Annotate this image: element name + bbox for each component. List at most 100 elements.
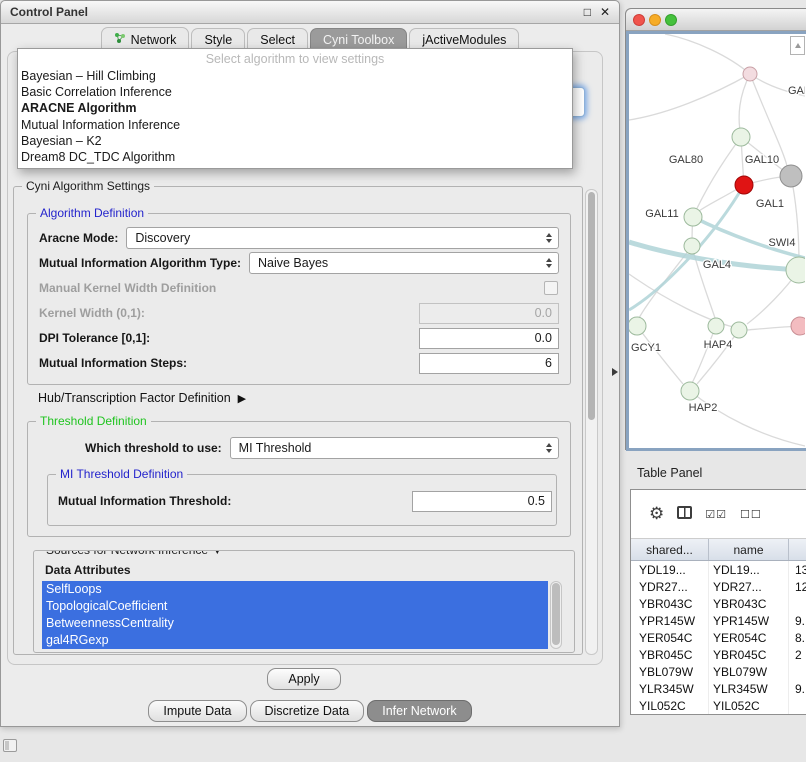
control-panel-window: Control Panel □ ✕ NetworkStyleSelectCyni… bbox=[0, 0, 620, 727]
network-node[interactable] bbox=[786, 257, 805, 283]
scrollbar-arrow-icon[interactable] bbox=[790, 36, 805, 55]
splitter-collapse-arrow[interactable] bbox=[612, 368, 618, 376]
table-row[interactable]: YLR345WYLR345W9. bbox=[631, 680, 806, 697]
network-node[interactable] bbox=[743, 67, 757, 81]
apply-button[interactable]: Apply bbox=[267, 668, 341, 690]
network-node[interactable] bbox=[681, 382, 699, 400]
close-window-icon[interactable]: ✕ bbox=[600, 6, 610, 18]
attribute-item-topologicalcoefficient[interactable]: TopologicalCoefficient bbox=[42, 598, 548, 615]
network-node[interactable] bbox=[791, 317, 805, 335]
algorithm-option-basic-correlation-inference[interactable]: Basic Correlation Inference bbox=[18, 84, 572, 100]
kernel-width-field[interactable]: 0.0 bbox=[419, 303, 559, 324]
network-node[interactable] bbox=[708, 318, 724, 334]
table-cell: YPR145W bbox=[709, 612, 789, 629]
aracne-mode-combobox[interactable]: Discovery bbox=[126, 227, 559, 249]
stepper-icon bbox=[540, 233, 552, 243]
collapsed-arrow-icon: ▶ bbox=[238, 392, 246, 405]
minimize-traffic-light-icon[interactable] bbox=[649, 14, 661, 26]
table-cell: YLR345W bbox=[631, 680, 709, 697]
algorithm-option-bayesian-hill-climbing[interactable]: Bayesian – Hill Climbing bbox=[18, 68, 572, 84]
network-node[interactable] bbox=[731, 322, 747, 338]
settings-scrollbar[interactable] bbox=[585, 189, 598, 655]
network-node-label: SWI4 bbox=[769, 237, 796, 249]
table-row[interactable]: YBR045CYBR045C2 bbox=[631, 646, 806, 663]
mi-steps-row: Mutual Information Steps: 6 bbox=[39, 352, 559, 374]
network-node[interactable] bbox=[780, 165, 802, 187]
network-node[interactable] bbox=[684, 238, 700, 254]
close-traffic-light-icon[interactable] bbox=[633, 14, 645, 26]
mi-threshold-label: Mutual Information Threshold: bbox=[58, 494, 231, 508]
attribute-list-scrollbar[interactable] bbox=[550, 581, 562, 649]
table-row[interactable]: YER054CYER054C8. bbox=[631, 629, 806, 646]
attribute-item-gal4rgexp[interactable]: gal4RGexp bbox=[42, 632, 548, 649]
table-row[interactable]: YPR145WYPR145W9. bbox=[631, 612, 806, 629]
threshold-definition-title: Threshold Definition bbox=[36, 414, 151, 428]
tab-label: Style bbox=[204, 33, 232, 47]
table-cell: YDR27... bbox=[631, 578, 709, 595]
table-cell: YDR27... bbox=[709, 578, 789, 595]
algorithm-option-mutual-information-inference[interactable]: Mutual Information Inference bbox=[18, 117, 572, 133]
deselect-all-icon[interactable]: ☐☐ bbox=[740, 508, 762, 521]
network-node[interactable] bbox=[684, 208, 702, 226]
algorithm-option-dream8-dc-tdc-algorithm[interactable]: Dream8 DC_TDC Algorithm bbox=[18, 149, 572, 165]
dpi-tolerance-row: DPI Tolerance [0,1]: 0.0 bbox=[39, 327, 559, 349]
bottom-tab-discretize-data[interactable]: Discretize Data bbox=[250, 700, 365, 722]
scrollbar-thumb[interactable] bbox=[552, 583, 560, 645]
threshold-definition-group: Threshold Definition Which threshold to … bbox=[27, 421, 571, 537]
hub-section-label: Hub/Transcription Factor Definition bbox=[38, 391, 231, 405]
table-row[interactable]: YBL079WYBL079W bbox=[631, 663, 806, 680]
kernel-width-row: Kernel Width (0,1): 0.0 bbox=[39, 302, 559, 324]
network-node[interactable] bbox=[735, 176, 753, 194]
gear-icon[interactable]: ⚙ bbox=[649, 504, 664, 524]
manual-kernel-width-checkbox[interactable] bbox=[544, 281, 558, 295]
hub-section-toggle[interactable]: Hub/Transcription Factor Definition ▶ bbox=[38, 391, 246, 405]
table-row[interactable]: YDL19...YDL19...13 bbox=[631, 561, 806, 578]
dpi-tolerance-value: 0.0 bbox=[535, 331, 552, 345]
mi-algorithm-type-combobox[interactable]: Naive Bayes bbox=[249, 252, 559, 274]
which-threshold-row: Which threshold to use: MI Threshold bbox=[85, 437, 559, 459]
bottom-tab-infer-network[interactable]: Infer Network bbox=[367, 700, 471, 722]
column-header-2[interactable] bbox=[789, 539, 806, 560]
column-header-name[interactable]: name bbox=[709, 539, 789, 560]
column-header-shared-[interactable]: shared... bbox=[631, 539, 709, 560]
algorithm-definition-title: Algorithm Definition bbox=[36, 206, 148, 220]
dpi-tolerance-field[interactable]: 0.0 bbox=[419, 328, 559, 349]
table-cell: YIL052C bbox=[631, 697, 709, 714]
scrollbar-thumb[interactable] bbox=[588, 192, 595, 420]
network-canvas[interactable]: GALGAL80GAL10GAL11GAL1SWI4GAL4GCY1HAP4HA… bbox=[629, 34, 805, 448]
algorithm-option-aracne-algorithm[interactable]: ARACNE Algorithm bbox=[18, 100, 572, 116]
attribute-item-betweennesscentrality[interactable]: BetweennessCentrality bbox=[42, 615, 548, 632]
algorithm-dropdown-popup: Select algorithm to view settings Bayesi… bbox=[17, 48, 573, 169]
table-row[interactable]: YBR043CYBR043C bbox=[631, 595, 806, 612]
sources-group-title[interactable]: Sources for Network Inference ▼ bbox=[42, 550, 227, 557]
mi-threshold-definition-title: MI Threshold Definition bbox=[56, 467, 187, 481]
table-cell: YIL052C bbox=[709, 697, 789, 714]
network-node-label: GAL4 bbox=[703, 259, 731, 271]
table-body: YDL19...YDL19...13YDR27...YDR27...12YBR0… bbox=[631, 561, 806, 714]
algorithm-option-bayesian-k2[interactable]: Bayesian – K2 bbox=[18, 133, 572, 149]
which-threshold-combobox[interactable]: MI Threshold bbox=[230, 437, 559, 459]
aracne-mode-label: Aracne Mode: bbox=[39, 231, 118, 245]
table-cell: YDL19... bbox=[709, 561, 789, 578]
attribute-item-selfloops[interactable]: SelfLoops bbox=[42, 581, 548, 598]
table-cell: YBL079W bbox=[709, 663, 789, 680]
bottom-tab-impute-data[interactable]: Impute Data bbox=[148, 700, 246, 722]
tab-label: Cyni Toolbox bbox=[323, 33, 394, 47]
network-node[interactable] bbox=[629, 317, 646, 335]
mi-steps-field[interactable]: 6 bbox=[419, 353, 559, 374]
mi-threshold-field[interactable]: 0.5 bbox=[412, 491, 552, 512]
table-row[interactable]: YIL052CYIL052C bbox=[631, 697, 806, 714]
mi-threshold-value: 0.5 bbox=[528, 494, 545, 508]
mi-threshold-definition-group: MI Threshold Definition Mutual Informati… bbox=[47, 474, 557, 526]
table-toolbar: ⚙ ☑☑ ☐☐ bbox=[631, 490, 806, 539]
columns-icon[interactable] bbox=[677, 506, 692, 522]
network-window-titlebar bbox=[626, 9, 806, 31]
select-all-icon[interactable]: ☑☑ bbox=[705, 508, 727, 521]
panel-toggle-icon[interactable] bbox=[3, 739, 17, 752]
zoom-traffic-light-icon[interactable] bbox=[665, 14, 677, 26]
float-window-icon[interactable]: □ bbox=[584, 6, 591, 18]
table-row[interactable]: YDR27...YDR27...12 bbox=[631, 578, 806, 595]
network-node[interactable] bbox=[732, 128, 750, 146]
table-cell: YPR145W bbox=[631, 612, 709, 629]
mi-algorithm-type-label: Mutual Information Algorithm Type: bbox=[39, 256, 241, 270]
